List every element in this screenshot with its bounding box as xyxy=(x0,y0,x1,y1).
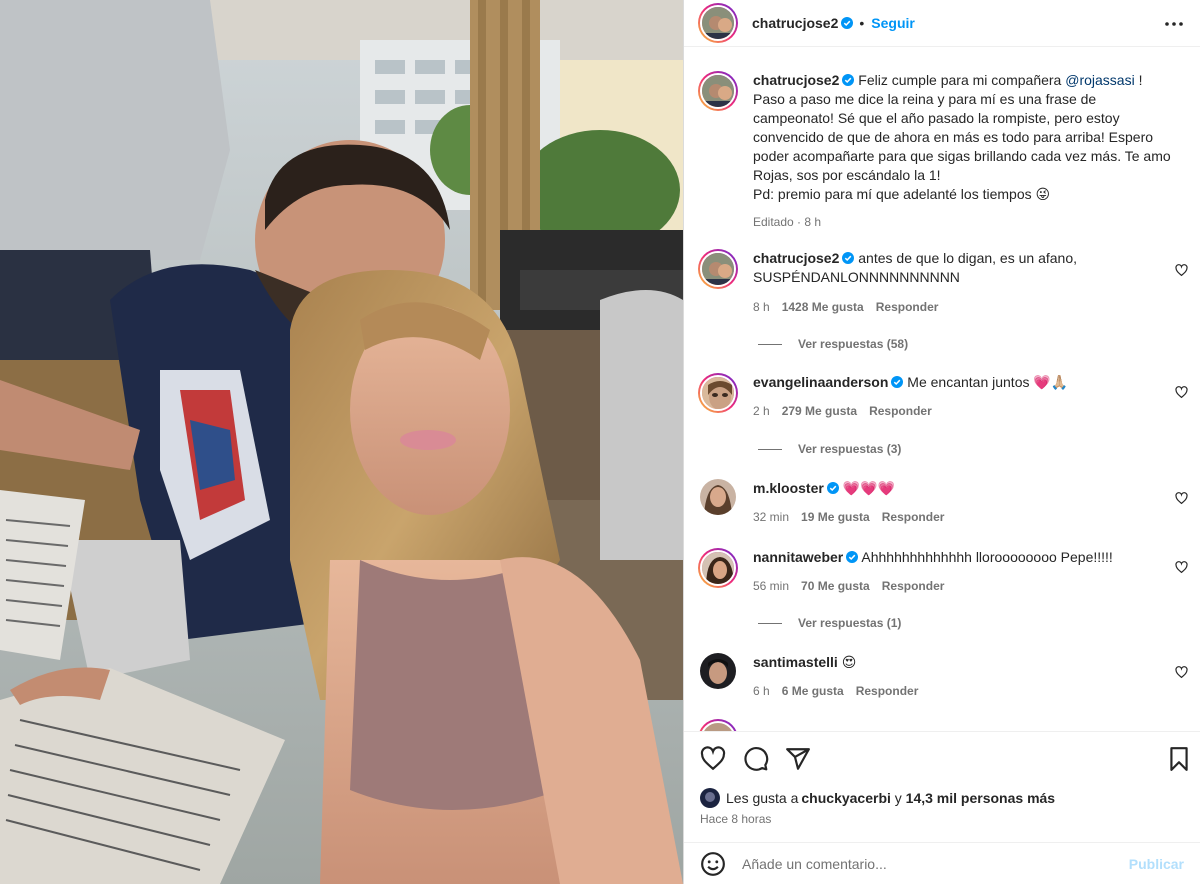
comment-meta: 6 h 6 Me gusta Responder xyxy=(753,684,918,698)
emoji-icon[interactable] xyxy=(700,851,726,877)
share-icon[interactable] xyxy=(785,746,811,772)
reply-button[interactable]: Responder xyxy=(876,300,939,314)
comment-time: 32 min xyxy=(753,510,790,524)
reply-button[interactable]: Responder xyxy=(882,510,945,524)
comment-text: Ahhhhhhhhhhhhh lloroooooooo Pepe!!!!! xyxy=(861,549,1113,565)
comment-meta: 8 h 1428 Me gusta Responder xyxy=(753,300,938,314)
author-username[interactable]: chatrucjose2 xyxy=(752,15,838,31)
caption-meta: Editado · 8 h xyxy=(753,215,822,229)
comment-username[interactable]: santimastelli xyxy=(753,654,838,670)
view-replies-label[interactable]: Ver respuestas (58) xyxy=(798,337,908,351)
likes-count[interactable]: 14,3 mil personas más xyxy=(906,790,1055,806)
view-replies-label[interactable]: Ver respuestas (3) xyxy=(798,442,901,456)
reply-button[interactable]: Responder xyxy=(882,579,945,593)
comment-time: 2 h xyxy=(753,404,770,418)
comment-time: 56 min xyxy=(753,579,790,593)
comment-text: 😍 xyxy=(841,654,857,670)
post-sidebar: chatrucjose2 • Seguir chatrucjose2 Feliz… xyxy=(683,0,1200,884)
view-replies-button[interactable]: Ver respuestas (1) xyxy=(758,616,901,630)
comment-avatar[interactable] xyxy=(698,548,738,588)
comment-avatar[interactable] xyxy=(698,249,738,289)
comment-likes[interactable]: 1428 Me gusta xyxy=(782,300,864,314)
caption-mention-link[interactable]: @rojassasi xyxy=(1065,72,1134,88)
next-comment-peek xyxy=(698,719,738,731)
comment-meta: 32 min 19 Me gusta Responder xyxy=(753,510,944,524)
post-caption: chatrucjose2 Feliz cumple para mi compañ… xyxy=(698,71,1190,241)
view-replies-label[interactable]: Ver respuestas (1) xyxy=(798,616,901,630)
comment-likes[interactable]: 6 Me gusta xyxy=(782,684,844,698)
verified-badge-icon xyxy=(841,17,854,29)
comment-meta: 56 min 70 Me gusta Responder xyxy=(753,579,944,593)
comment-avatar[interactable] xyxy=(700,653,736,689)
comment-avatar[interactable] xyxy=(698,373,738,413)
bookmark-icon[interactable] xyxy=(1166,746,1192,772)
comment-like-heart-icon[interactable] xyxy=(1175,561,1188,574)
caption-text: chatrucjose2 Feliz cumple para mi compañ… xyxy=(753,71,1176,204)
add-comment-bar: Añade un comentario... Publicar xyxy=(684,842,1200,884)
caption-body-start: Feliz cumple para mi compañera xyxy=(858,72,1066,88)
comment-text: 💗💗💗 xyxy=(842,480,895,496)
comment-item: nannitaweber Ahhhhhhhhhhhhh lloroooooooo… xyxy=(698,548,1190,608)
caption-pd: Pd: premio para mí que adelanté los tiem… xyxy=(753,186,1051,202)
replies-divider xyxy=(758,622,782,624)
post-actions xyxy=(684,731,1200,786)
comment-likes[interactable]: 70 Me gusta xyxy=(801,579,870,593)
replies-divider xyxy=(758,343,782,345)
comment-username[interactable]: evangelinaanderson xyxy=(753,374,888,390)
verified-badge-icon xyxy=(846,551,859,563)
comment-avatar[interactable] xyxy=(698,719,738,731)
verified-badge-icon xyxy=(891,376,904,388)
author-avatar[interactable] xyxy=(698,3,738,43)
comment-icon[interactable] xyxy=(743,746,769,772)
comment-time: 8 h xyxy=(753,300,770,314)
caption-body-rest: ! Paso a paso me dice la reina y para mí… xyxy=(753,72,1171,183)
comment-body: evangelinaanderson Me encantan juntos 💗🙏… xyxy=(753,373,1160,392)
verified-badge-icon xyxy=(826,482,839,494)
comment-item: m.klooster 💗💗💗 32 min 19 Me gusta Responde… xyxy=(698,479,1190,539)
comment-time: 6 h xyxy=(753,684,770,698)
comment-like-heart-icon[interactable] xyxy=(1175,264,1188,277)
comment-likes[interactable]: 279 Me gusta xyxy=(782,404,857,418)
post-photo[interactable] xyxy=(0,0,683,884)
comments-list[interactable]: chatrucjose2 Feliz cumple para mi compañ… xyxy=(684,47,1200,731)
more-horizontal-icon[interactable] xyxy=(1164,14,1184,34)
comment-username[interactable]: chatrucjose2 xyxy=(753,250,839,266)
comment-body: nannitaweber Ahhhhhhhhhhhhh lloroooooooo… xyxy=(753,548,1160,567)
comment-body: m.klooster 💗💗💗 xyxy=(753,479,1160,498)
comment-like-heart-icon[interactable] xyxy=(1175,386,1188,399)
reply-button[interactable]: Responder xyxy=(856,684,919,698)
liker-avatar[interactable] xyxy=(700,788,720,808)
comment-text: Me encantan juntos 💗🙏🏼 xyxy=(907,374,1069,390)
reply-button[interactable]: Responder xyxy=(869,404,932,418)
comment-body: santimastelli 😍 xyxy=(753,653,1160,672)
follow-button[interactable]: Seguir xyxy=(871,15,915,31)
comment-input[interactable]: Añade un comentario... xyxy=(742,856,1129,872)
likes-summary: Les gusta a chuckyacerbi y 14,3 mil pers… xyxy=(700,788,1184,808)
verified-badge-icon xyxy=(842,252,855,264)
view-replies-button[interactable]: Ver respuestas (3) xyxy=(758,442,901,456)
replies-divider xyxy=(758,448,782,450)
comment-item: evangelinaanderson Me encantan juntos 💗🙏… xyxy=(698,373,1190,433)
comment-body: chatrucjose2 antes de que lo digan, es u… xyxy=(753,249,1160,287)
comment-avatar[interactable] xyxy=(700,479,736,515)
verified-badge-icon xyxy=(842,74,855,86)
likes-prefix: Les gusta a xyxy=(726,790,799,806)
comment-username[interactable]: nannitaweber xyxy=(753,549,843,565)
comment-item: santimastelli 😍 6 h 6 Me gusta Responder xyxy=(698,653,1190,713)
comment-username[interactable]: m.klooster xyxy=(753,480,824,496)
comment-like-heart-icon[interactable] xyxy=(1175,666,1188,679)
dot-separator: • xyxy=(859,15,865,31)
comment-meta: 2 h 279 Me gusta Responder xyxy=(753,404,932,418)
liker-username[interactable]: chuckyacerbi xyxy=(801,790,891,806)
post-timestamp[interactable]: Hace 8 horas xyxy=(700,812,771,826)
post-header: chatrucjose2 • Seguir xyxy=(684,0,1200,47)
view-replies-button[interactable]: Ver respuestas (58) xyxy=(758,337,908,351)
publish-button[interactable]: Publicar xyxy=(1129,856,1184,872)
comment-likes[interactable]: 19 Me gusta xyxy=(801,510,870,524)
caption-username[interactable]: chatrucjose2 xyxy=(753,72,839,88)
caption-avatar[interactable] xyxy=(698,71,738,111)
likes-mid: y xyxy=(890,790,906,806)
heart-icon[interactable] xyxy=(700,746,726,772)
comment-like-heart-icon[interactable] xyxy=(1175,492,1188,505)
